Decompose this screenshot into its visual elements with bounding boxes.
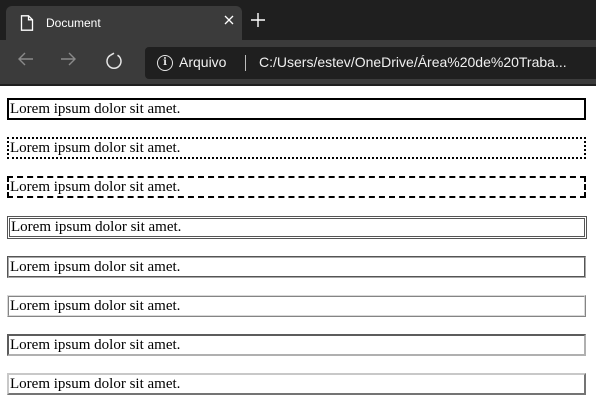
- paragraph-outset-border: Lorem ipsum dolor sit amet.: [7, 373, 586, 395]
- address-bar[interactable]: i Arquivo C:/Users/estev/OneDrive/Área%2…: [145, 47, 596, 79]
- back-arrow-icon[interactable]: [14, 50, 38, 74]
- address-separator: [245, 55, 246, 71]
- tab-strip: Document: [0, 0, 596, 40]
- info-icon[interactable]: i: [157, 55, 173, 71]
- paragraph-dashed-border: Lorem ipsum dolor sit amet.: [7, 176, 586, 198]
- site-info-label[interactable]: Arquivo: [179, 54, 226, 70]
- plus-icon[interactable]: [248, 12, 268, 32]
- paragraph-dotted-border: Lorem ipsum dolor sit amet.: [7, 137, 586, 159]
- browser-chrome: Document i Arquivo C:/Users/estev/OneDri…: [0, 0, 596, 86]
- paragraph-inset-border: Lorem ipsum dolor sit amet.: [7, 334, 586, 356]
- toolbar: i Arquivo C:/Users/estev/OneDrive/Área%2…: [0, 40, 596, 84]
- document-icon: [20, 15, 34, 31]
- url-text[interactable]: C:/Users/estev/OneDrive/Área%20de%20Trab…: [259, 54, 567, 70]
- tab-title: Document: [46, 16, 101, 30]
- paragraph-groove-border: Lorem ipsum dolor sit amet.: [7, 256, 586, 278]
- tab-document[interactable]: Document: [6, 6, 242, 40]
- refresh-icon[interactable]: [102, 50, 126, 74]
- close-icon[interactable]: [221, 14, 237, 30]
- page-content: Lorem ipsum dolor sit amet. Lorem ipsum …: [0, 86, 596, 411]
- forward-arrow-icon[interactable]: [56, 50, 80, 74]
- paragraph-solid-border: Lorem ipsum dolor sit amet.: [7, 98, 586, 120]
- paragraph-double-border: Lorem ipsum dolor sit amet.: [7, 216, 587, 239]
- paragraph-ridge-border: Lorem ipsum dolor sit amet.: [7, 295, 586, 317]
